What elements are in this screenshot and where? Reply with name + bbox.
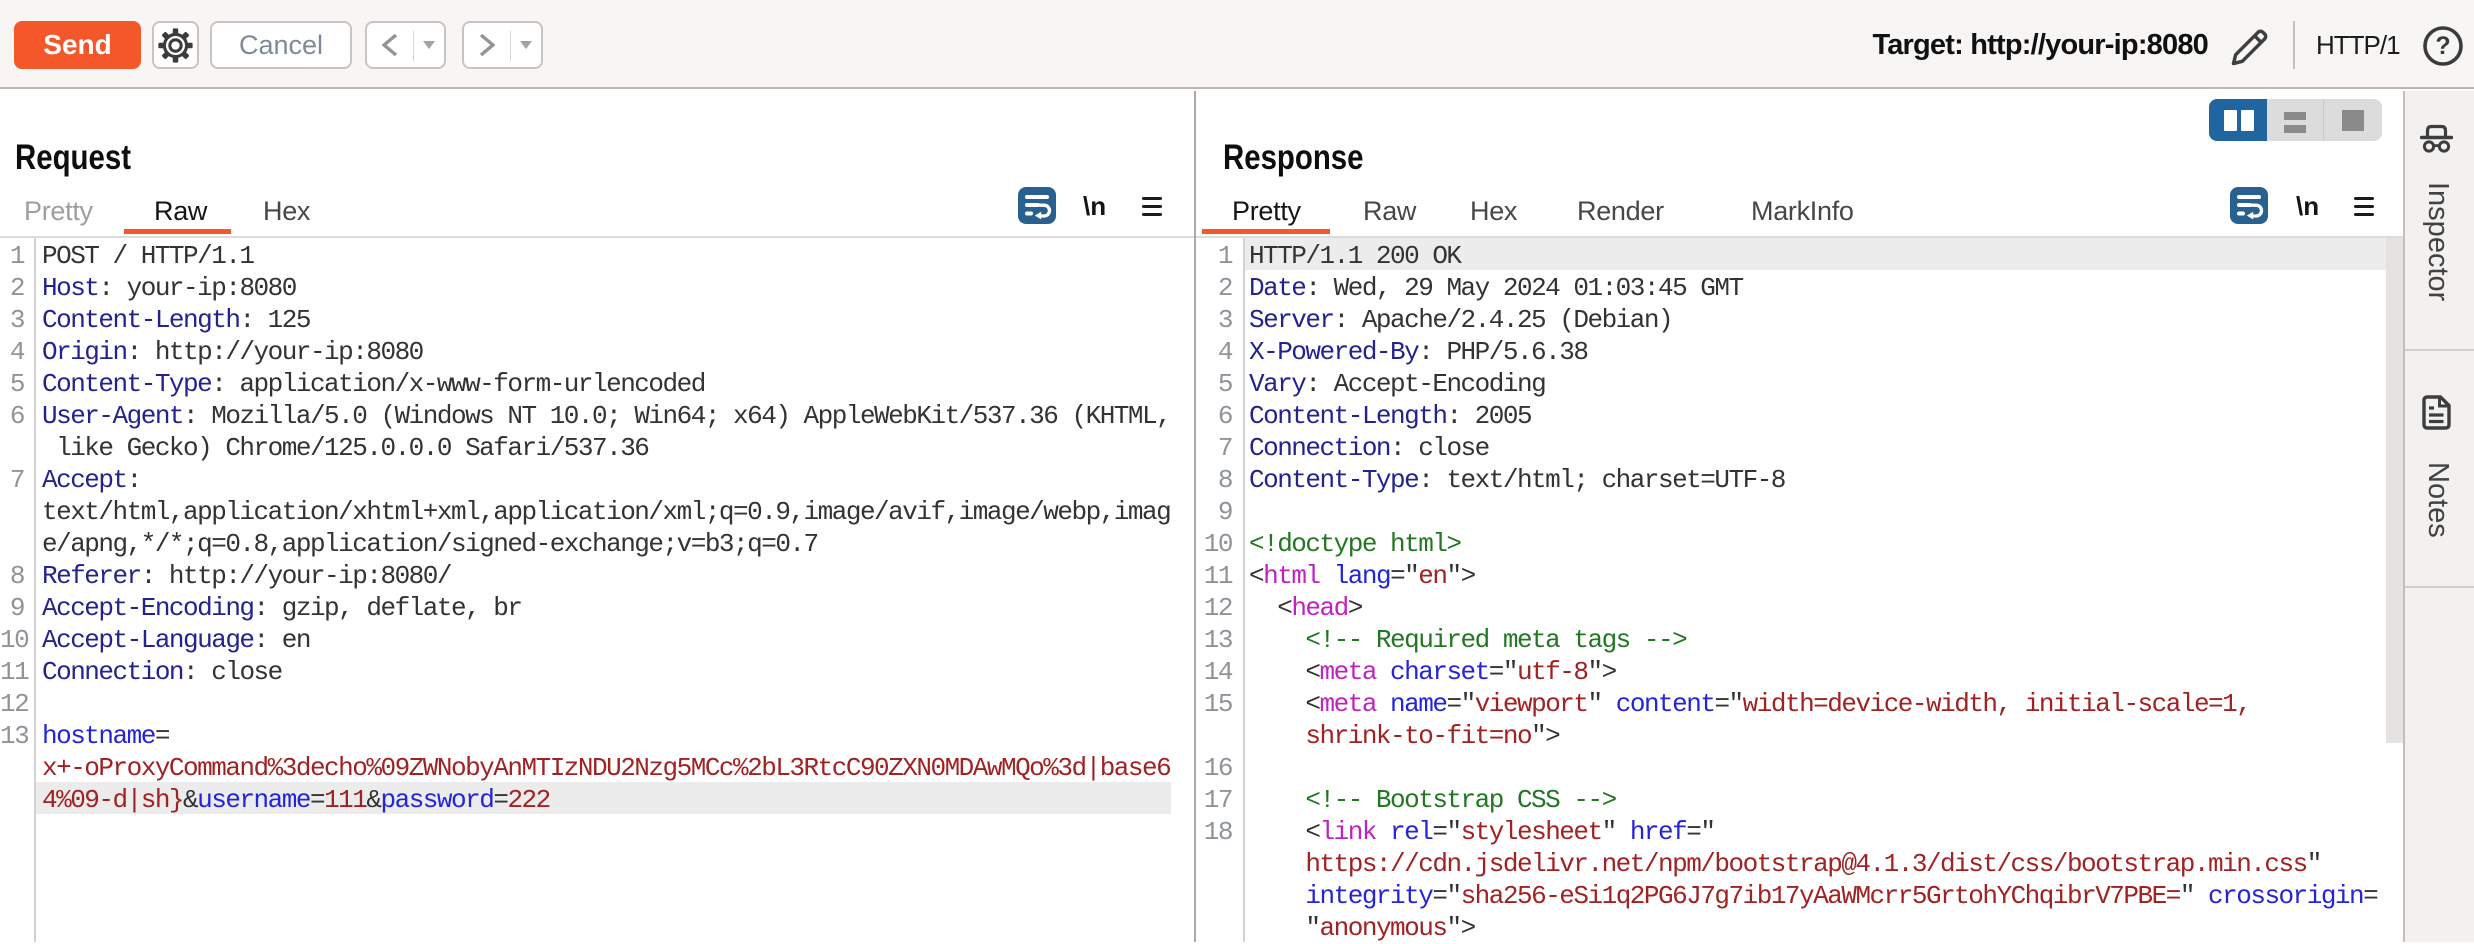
svg-text:?: ? (2435, 32, 2450, 60)
